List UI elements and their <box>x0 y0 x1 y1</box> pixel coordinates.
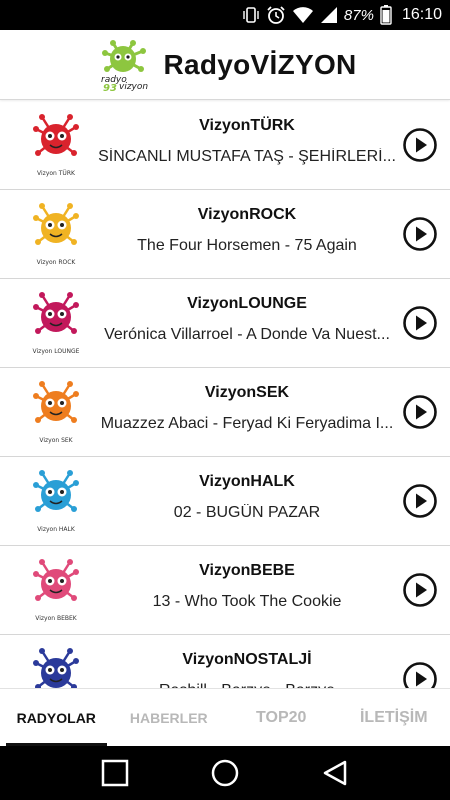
station-row[interactable]: Vizyon LOUNGE VizyonLOUNGE Verónica Villar… <box>0 279 450 368</box>
station-logo-label: Vizyon LOUNGE <box>33 348 80 355</box>
now-playing-song: 02 - BUGÜN PAZAR <box>173 504 321 521</box>
station-name: VizyonHALK <box>199 473 295 490</box>
play-icon[interactable] <box>402 483 438 519</box>
radyo-vizyon-logo: radyo 93 vizyon <box>101 39 149 93</box>
station-name: VizyonBEBE <box>199 562 295 579</box>
alarm-icon <box>266 5 286 25</box>
station-row[interactable]: Vizyon HALK VizyonHALK 02 - BUGÜN PAZAR <box>0 457 450 546</box>
svg-text:93: 93 <box>103 83 117 93</box>
station-logo-label: Vizyon HALK <box>37 526 76 533</box>
status-bar: 87% 16:10 <box>0 0 450 30</box>
tab-radyolar[interactable]: RADYOLAR <box>0 689 113 746</box>
circle-icon <box>211 759 239 787</box>
back-triangle-icon <box>323 760 347 786</box>
station-row[interactable]: Vizyon SEK VizyonSEK Muazzez Abaci - Ferya… <box>0 368 450 457</box>
play-icon[interactable] <box>402 127 438 163</box>
play-icon[interactable] <box>402 216 438 252</box>
tab-top20[interactable]: TOP20 <box>225 689 338 746</box>
play-icon[interactable] <box>402 661 438 688</box>
station-logo-icon: Vizyon ROCK <box>33 203 79 266</box>
now-playing-song: The Four Horsemen - 75 Again <box>137 237 357 254</box>
station-row[interactable]: Vizyon BEBEK VizyonBEBE 13 - Who Took The … <box>0 546 450 635</box>
now-playing-song: SİNCANLI MUSTAFA TAŞ - ŞEHİRLERİ... <box>98 148 396 165</box>
station-name: VizyonTÜRK <box>199 117 295 134</box>
station-row[interactable]: Vizyon TÜRK VizyonTÜRK SİNCANLI MUSTAFA TA… <box>0 101 450 190</box>
station-logo-label: Vizyon BEBEK <box>35 615 78 622</box>
station-name: VizyonLOUNGE <box>187 295 307 312</box>
station-logo-icon: Vizyon TÜRK <box>33 114 79 177</box>
system-nav-bar <box>0 746 450 800</box>
station-row[interactable]: Vizyon NOSTALJİVizyonNOSTALJİRashill - B… <box>0 635 450 688</box>
app-title: RadyoVİZYON <box>163 48 357 80</box>
now-playing-song: Muazzez Abaci - Feryad Ki Feryadima I... <box>100 415 394 432</box>
tab-bar: RADYOLAR HABERLER TOP20 İLETİŞİM <box>0 688 450 746</box>
station-name: VizyonSEK <box>204 384 290 401</box>
square-icon <box>101 759 129 787</box>
tab-haberler[interactable]: HABERLER <box>113 689 226 746</box>
tab-iletisim[interactable]: İLETİŞİM <box>338 689 450 746</box>
svg-text:vizyon: vizyon <box>119 82 148 92</box>
station-logo-icon: Vizyon NOSTALJİ <box>33 648 79 688</box>
vibrate-icon <box>242 5 260 25</box>
station-logo-icon: Vizyon SEK <box>33 381 79 444</box>
station-logo-icon: Vizyon HALK <box>33 470 79 533</box>
home-button[interactable] <box>205 753 245 793</box>
battery-percent: 87% <box>343 6 374 24</box>
signal-icon <box>320 5 338 25</box>
now-playing-song: 13 - Who Took The Cookie <box>152 593 342 610</box>
recents-button[interactable] <box>95 753 135 793</box>
station-name: VizyonNOSTALJİ <box>182 651 312 668</box>
station-list[interactable]: Vizyon TÜRK VizyonTÜRK SİNCANLI MUSTAFA TA… <box>0 101 450 688</box>
app-header: radyo 93 vizyon RadyoVİZYON <box>0 30 450 100</box>
battery-icon <box>380 5 392 25</box>
play-icon[interactable] <box>402 572 438 608</box>
station-logo-icon: Vizyon LOUNGE <box>33 292 80 355</box>
station-row[interactable]: Vizyon ROCK VizyonROCK The Four Horsemen -… <box>0 190 450 279</box>
wifi-icon <box>292 5 314 25</box>
clock: 16:10 <box>401 6 442 23</box>
now-playing-song: Verónica Villarroel - A Donde Va Nuest..… <box>104 326 390 343</box>
station-name: VizyonROCK <box>197 206 297 223</box>
play-icon[interactable] <box>402 394 438 430</box>
station-logo-label: Vizyon TÜRK <box>37 170 76 177</box>
station-logo-icon: Vizyon BEBEK <box>33 559 79 622</box>
play-icon[interactable] <box>402 305 438 341</box>
back-button[interactable] <box>315 753 355 793</box>
station-logo-label: Vizyon ROCK <box>37 259 77 266</box>
station-logo-label: Vizyon SEK <box>39 437 73 444</box>
